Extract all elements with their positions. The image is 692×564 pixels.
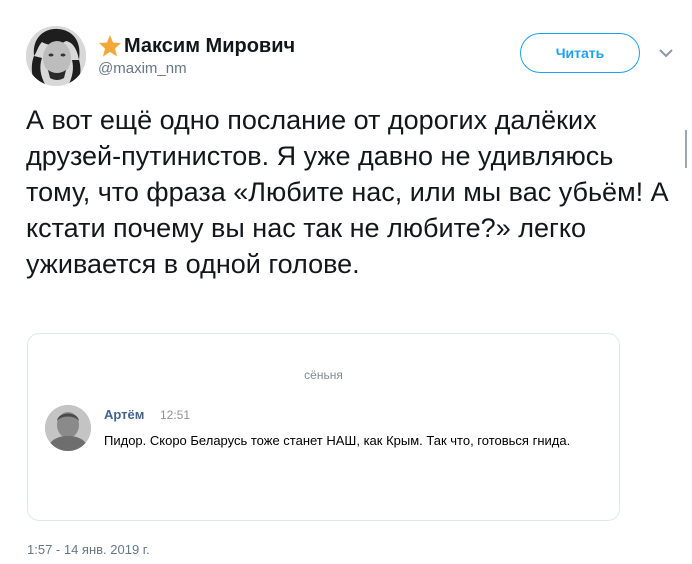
follow-button[interactable]: Читать <box>520 33 640 73</box>
chat-date-separator: сёньня <box>304 368 343 382</box>
author-name[interactable]: Максим Мирович <box>124 35 295 58</box>
tweet-timestamp[interactable]: 1:57 - 14 янв. 2019 г. <box>27 542 150 557</box>
star-icon <box>99 35 121 57</box>
author-name-row[interactable]: Максим Мирович <box>98 34 295 58</box>
message-avatar-image <box>45 405 91 451</box>
author-handle[interactable]: @maxim_nm <box>98 60 187 77</box>
tweet-text: А вот ещё одно послание от дорогих далёк… <box>26 105 669 279</box>
author-avatar-image <box>26 26 86 86</box>
scroll-indicator <box>685 130 687 168</box>
message-text: Пидор. Скоро Беларусь тоже станет НАШ, к… <box>104 433 571 448</box>
message-author: Артём <box>104 407 145 422</box>
chevron-down-icon[interactable] <box>658 47 674 59</box>
attached-screenshot[interactable]: сёньня Артём 12:51 Пидор. Скоро Беларусь… <box>27 333 620 521</box>
message-time: 12:51 <box>160 408 191 422</box>
message-author-avatar <box>45 405 91 451</box>
author-avatar[interactable] <box>26 26 86 86</box>
